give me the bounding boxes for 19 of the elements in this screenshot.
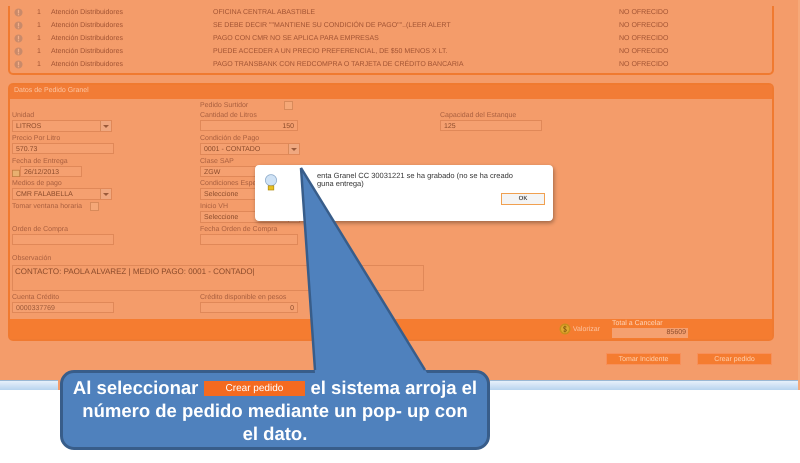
scrollbar-track[interactable]	[490, 380, 798, 390]
create-order-button[interactable]: Crear pedido	[204, 381, 306, 396]
coin-icon[interactable]	[558, 323, 571, 335]
input-field[interactable]	[200, 234, 298, 245]
lightbulb-icon	[264, 173, 278, 193]
checkbox[interactable]	[284, 101, 294, 110]
caret-icon[interactable]	[288, 144, 299, 154]
callout-text: Al seleccionar Crear pedido el sistema arroja el número de pedido mediante un pop- up con el dato.	[72, 376, 478, 444]
alert-icon	[14, 8, 23, 17]
caret-icon[interactable]	[100, 189, 111, 199]
scrollbar-track[interactable]	[0, 380, 58, 390]
alert-icon	[14, 60, 23, 69]
alert-icon	[14, 34, 23, 43]
alert-icon	[14, 21, 23, 30]
checkbox[interactable]	[90, 202, 100, 211]
input-field[interactable]	[12, 234, 114, 245]
calendar-icon[interactable]	[12, 168, 20, 176]
alert-icon	[14, 47, 23, 56]
caret-icon[interactable]	[100, 121, 111, 131]
